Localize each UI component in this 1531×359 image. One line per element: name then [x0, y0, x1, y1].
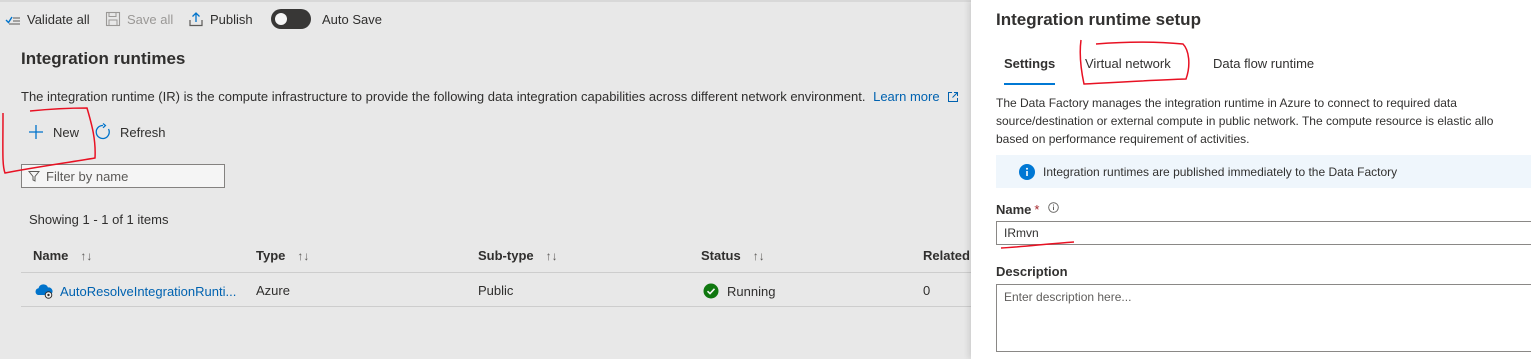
panel-description-line: The Data Factory manages the integration… — [996, 96, 1457, 110]
tab-virtual-network[interactable]: Virtual network — [1085, 56, 1171, 78]
required-marker: * — [1034, 202, 1040, 217]
tab-settings[interactable]: Settings — [1004, 56, 1056, 85]
info-circle-icon — [1019, 163, 1035, 180]
modal-overlay — [0, 0, 971, 359]
name-label: Name * — [996, 202, 1059, 217]
panel-title: Integration runtime setup — [996, 10, 1201, 29]
description-textarea[interactable] — [996, 284, 1531, 352]
integration-runtimes-pane: Validate all Save all Publish Auto Save … — [0, 0, 971, 359]
name-label-text: Name — [996, 202, 1032, 217]
panel-description: The Data Factory manages the integration… — [996, 94, 1531, 148]
description-label: Description — [996, 264, 1068, 279]
info-message-text: Integration runtimes are published immed… — [1043, 164, 1398, 179]
info-message-bar: Integration runtimes are published immed… — [996, 155, 1531, 188]
integration-runtime-setup-panel: Integration runtime setup Settings Virtu… — [971, 0, 1531, 359]
panel-description-line: source/destination or external compute i… — [996, 114, 1494, 128]
name-input[interactable] — [996, 221, 1531, 245]
tab-data-flow-runtime[interactable]: Data flow runtime — [1213, 56, 1314, 78]
panel-description-line: based on performance requirement of acti… — [996, 132, 1250, 146]
info-icon[interactable] — [1048, 202, 1059, 213]
